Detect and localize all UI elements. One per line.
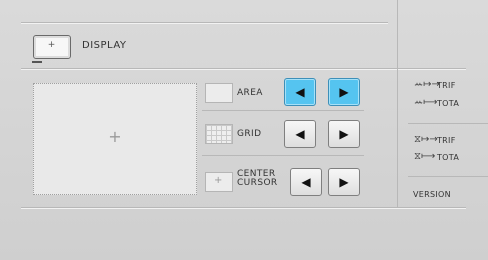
- arrow-right-icon: ▶: [339, 175, 349, 189]
- plus-cursor-icon: +: [108, 127, 122, 146]
- screen: + DISPLAY + AREA ◀ ▶ GRID ◀ ▶ + CENTER C…: [0, 0, 488, 260]
- center-cursor-left-button[interactable]: ◀: [290, 168, 322, 196]
- center-cursor-icon: +: [205, 172, 233, 192]
- divider-right-low: [408, 176, 488, 177]
- hourglass-total-icon: ⧖⟼: [414, 151, 436, 162]
- version-label: VERSION: [413, 190, 451, 199]
- area-label: AREA: [237, 88, 263, 98]
- area-icon: [205, 83, 233, 103]
- plus-icon: +: [214, 175, 223, 186]
- center-cursor-label: CENTER CURSOR: [237, 170, 278, 188]
- arrow-left-icon: ◀: [295, 127, 305, 141]
- hourglass-trip-icon: ⧖↦→: [414, 134, 438, 145]
- grid-right-button[interactable]: ▶: [328, 120, 360, 148]
- trip-label-1: TRIF: [437, 81, 456, 90]
- divider-vertical-right: [397, 0, 398, 208]
- total-label-2: TOTA: [437, 153, 460, 162]
- needle-total-icon: ꕀ⟼: [414, 97, 438, 108]
- display-button[interactable]: +: [32, 35, 71, 63]
- preview-area: +: [33, 83, 197, 195]
- arrow-right-icon: ▶: [339, 85, 349, 99]
- arrow-left-icon: ◀: [301, 175, 311, 189]
- trip-label-2: TRIF: [437, 136, 456, 145]
- total-label-1: TOTA: [437, 99, 460, 108]
- grid-left-button[interactable]: ◀: [284, 120, 316, 148]
- display-label: DISPLAY: [82, 40, 127, 51]
- display-foot-icon: [32, 58, 42, 63]
- center-cursor-right-button[interactable]: ▶: [328, 168, 360, 196]
- center-cursor-label-line2: CURSOR: [237, 178, 278, 188]
- needle-trip-icon: ꕀ↦→: [414, 79, 440, 90]
- area-left-button[interactable]: ◀: [284, 78, 316, 106]
- grid-label: GRID: [237, 129, 262, 139]
- plus-icon: +: [47, 40, 56, 50]
- arrow-right-icon: ▶: [339, 127, 349, 141]
- divider-row2: [202, 155, 364, 156]
- area-right-button[interactable]: ▶: [328, 78, 360, 106]
- arrow-left-icon: ◀: [295, 85, 305, 99]
- grid-icon: [205, 124, 233, 144]
- divider-right-mid: [408, 123, 488, 124]
- divider-row1: [202, 110, 364, 111]
